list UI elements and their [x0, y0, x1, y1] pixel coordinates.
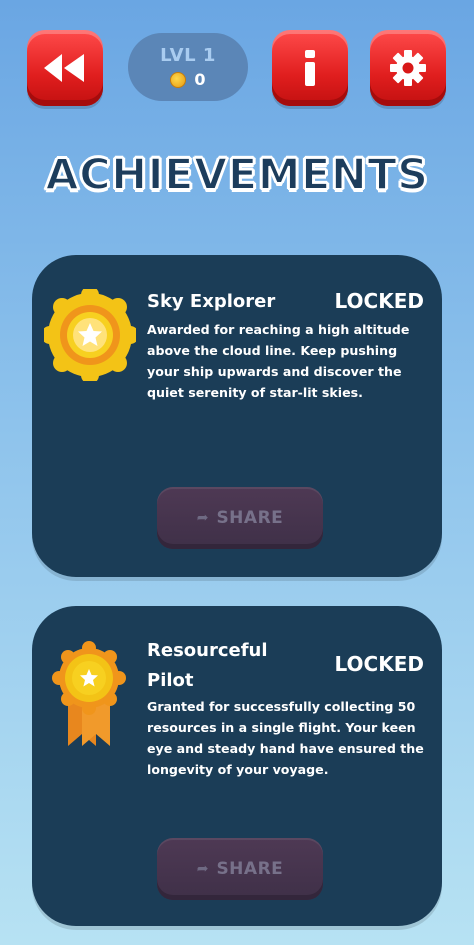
back-button[interactable] [27, 30, 103, 106]
coin-counter: 0 [170, 70, 206, 89]
share-button[interactable]: ➦ SHARE [157, 487, 323, 549]
page-title: ACHIEVEMENTS [44, 149, 429, 201]
share-label: SHARE [216, 859, 284, 879]
ribbon-medal-icon [52, 641, 126, 746]
share-arrow-icon: ➦ [196, 861, 209, 877]
achievement-card: Resourceful Pilot LOCKED Granted for suc… [32, 606, 442, 926]
level-indicator: LVL 1 0 [128, 33, 248, 101]
share-label: SHARE [216, 508, 284, 528]
info-icon [305, 50, 315, 86]
achievement-card: Sky Explorer LOCKED Awarded for reaching… [32, 255, 442, 577]
achievement-title: Resourceful Pilot [147, 640, 268, 691]
achievement-status: LOCKED [334, 652, 424, 676]
star-medal-icon [44, 289, 136, 381]
achievement-description: Awarded for reaching a high altitude abo… [147, 322, 410, 400]
coin-count: 0 [194, 70, 206, 89]
achievement-status: LOCKED [334, 289, 424, 313]
rewind-icon [44, 54, 84, 82]
gear-icon [390, 50, 426, 86]
share-button[interactable]: ➦ SHARE [157, 838, 323, 900]
info-button[interactable] [272, 30, 348, 106]
achievement-title: Sky Explorer [147, 291, 276, 312]
level-label: LVL 1 [160, 45, 216, 66]
achievement-description: Granted for successfully collecting 50 r… [147, 699, 424, 777]
share-arrow-icon: ➦ [196, 510, 209, 526]
settings-button[interactable] [370, 30, 446, 106]
coin-icon [170, 71, 187, 88]
top-bar: LVL 1 0 [0, 0, 474, 140]
